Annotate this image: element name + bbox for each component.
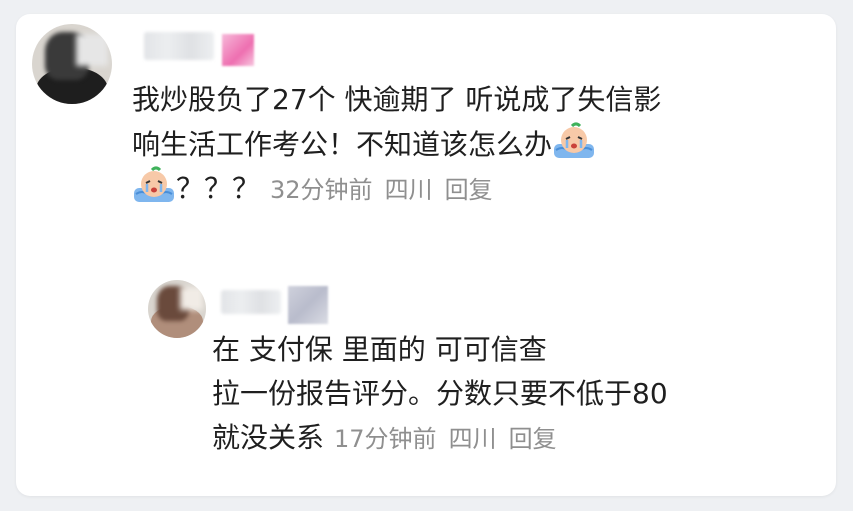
reply-line-1: 在 支付保 里面的 可可信查: [212, 333, 547, 366]
reply-body: 在 支付保 里面的 可可信查 拉一份报告评分。分数只要不低于80 就没关系 17分…: [212, 328, 668, 460]
comment-line-2: 响生活工作考公！不知道该怎么办: [132, 122, 661, 166]
commenter-avatar[interactable]: [32, 24, 112, 104]
reply-meta: 17分钟前 四川 回复: [334, 425, 569, 453]
comment-meta: 32分钟前 四川 回复: [270, 176, 505, 204]
comment-line-3: ？？？ 32分钟前 四川 回复: [132, 166, 661, 210]
crying-emoji-icon: [552, 122, 596, 160]
comment-card: 我炒股负了27个 快逾期了 听说成了失信影 响生活工作考公！不知道该怎么办 ？？…: [16, 14, 836, 496]
reply-line-2: 拉一份报告评分。分数只要不低于80: [212, 377, 668, 410]
crying-emoji-icon: [132, 166, 176, 204]
commenter-badge-blurred: [222, 34, 254, 66]
reply-reply-button[interactable]: 回复: [509, 425, 557, 453]
reply-time: 17分钟前: [334, 425, 437, 453]
commenter-name-blurred[interactable]: [144, 32, 214, 60]
comment-reply-button[interactable]: 回复: [445, 176, 493, 204]
comment-line-1: 我炒股负了27个 快逾期了 听说成了失信影: [132, 83, 662, 116]
comment-time: 32分钟前: [270, 176, 373, 204]
comment-location: 四川: [384, 176, 433, 204]
replier-avatar[interactable]: [148, 280, 206, 338]
reply-location: 四川: [448, 425, 497, 453]
comment-body: 我炒股负了27个 快逾期了 听说成了失信影 响生活工作考公！不知道该怎么办 ？？…: [132, 78, 661, 210]
replier-name-blurred[interactable]: [221, 290, 281, 314]
comment-line-2-text: 响生活工作考公！不知道该怎么办: [132, 128, 553, 161]
reply-line-3-text: 就没关系: [212, 421, 325, 454]
reply-line-3: 就没关系 17分钟前 四川 回复: [212, 416, 668, 460]
comment-line-3-text: ？？？: [176, 172, 261, 205]
replier-badge-blurred: [288, 286, 328, 324]
